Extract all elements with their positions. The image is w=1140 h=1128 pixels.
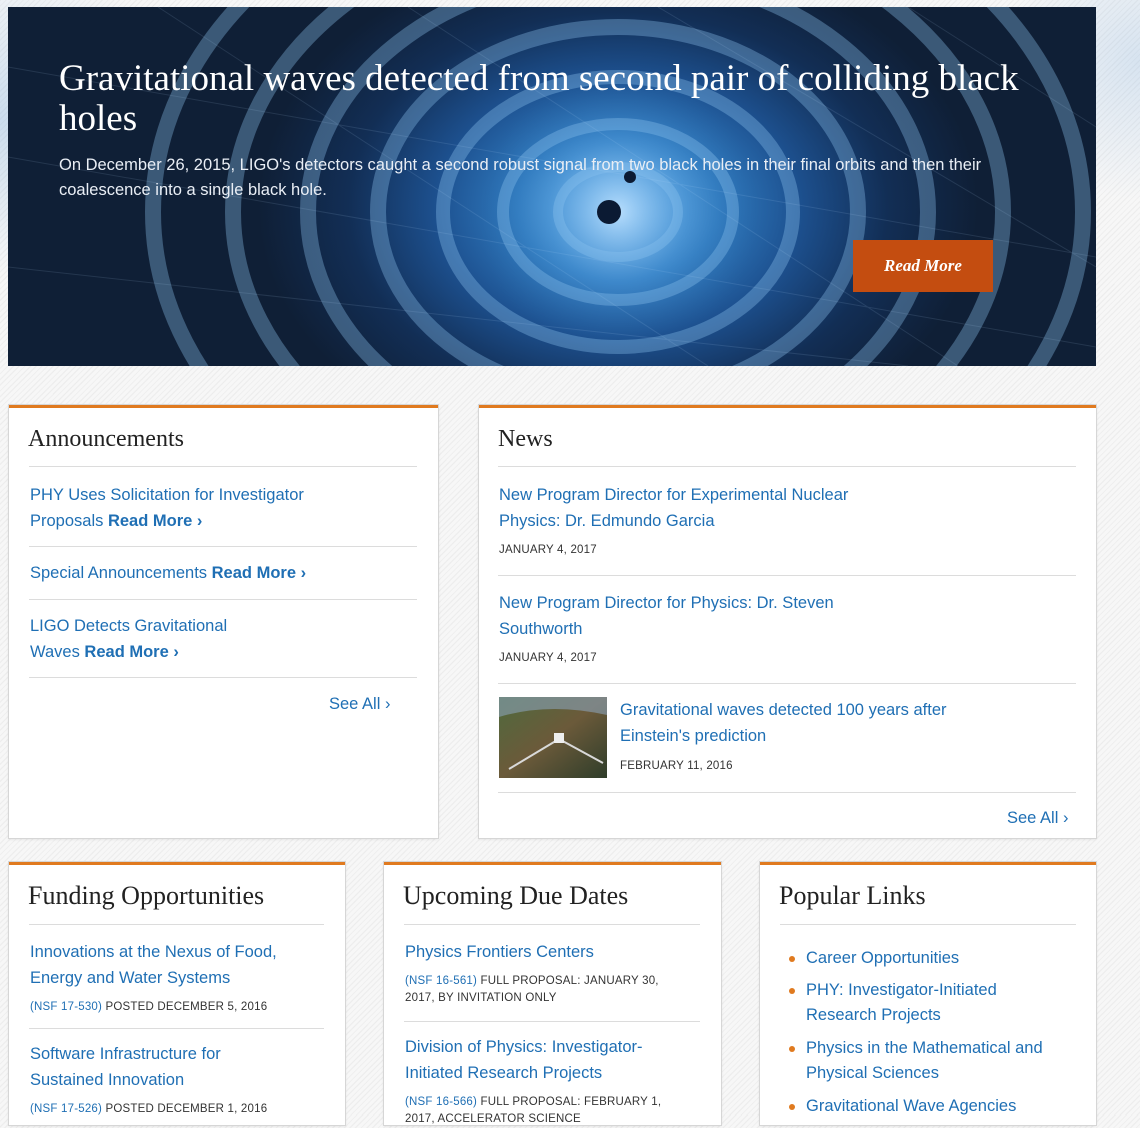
divider <box>498 683 1076 684</box>
divider <box>498 792 1076 793</box>
see-all-link[interactable]: See All › <box>329 695 390 714</box>
due-dates-title: Upcoming Due Dates <box>403 881 629 910</box>
bullet-icon <box>789 1046 795 1052</box>
announcement-item[interactable]: Special Announcements Read More › <box>30 560 390 586</box>
due-date-item[interactable]: Physics Frontiers Centers <box>405 939 705 965</box>
bullet-icon <box>789 1104 795 1110</box>
popular-links-panel: Popular Links Career Opportunities PHY: … <box>760 862 1096 1125</box>
news-panel: News New Program Director for Experiment… <box>479 405 1096 838</box>
read-more-link[interactable]: Read More › <box>212 564 306 582</box>
popular-link-item[interactable]: Gravitational Wave Agencies <box>786 1094 1096 1119</box>
funding-title: Funding Opportunities <box>28 881 265 910</box>
see-all-link[interactable]: See All › <box>1007 809 1068 828</box>
divider <box>404 1021 700 1022</box>
read-more-button[interactable]: Read More <box>853 240 993 292</box>
due-date-info: (NSF 16-561) FULL PROPOSAL: JANUARY 30, … <box>405 975 659 1004</box>
bullet-icon <box>789 988 795 994</box>
divider <box>404 924 700 925</box>
popular-link-item[interactable]: Physics in the Mathematical and Physical… <box>786 1036 1096 1086</box>
news-date: JANUARY 4, 2017 <box>499 544 597 556</box>
divider <box>29 546 417 547</box>
due-date-info: (NSF 16-566) FULL PROPOSAL: FEBRUARY 1, … <box>405 1096 662 1125</box>
bullet-icon <box>789 956 795 962</box>
divider <box>498 466 1076 467</box>
divider <box>498 575 1076 576</box>
news-title: News <box>498 426 553 452</box>
news-item[interactable]: New Program Director for Experimental Nu… <box>499 482 919 534</box>
popular-links-title: Popular Links <box>779 881 926 910</box>
news-date: JANUARY 4, 2017 <box>499 652 597 664</box>
due-date-item[interactable]: Division of Physics: Investigator- Initi… <box>405 1034 705 1086</box>
news-item[interactable]: New Program Director for Physics: Dr. St… <box>499 590 919 642</box>
funding-panel: Funding Opportunities Innovations at the… <box>9 862 345 1125</box>
funding-item[interactable]: Innovations at the Nexus of Food, Energy… <box>30 939 330 991</box>
hero-summary: On December 26, 2015, LIGO's detectors c… <box>59 156 982 199</box>
announcements-panel: Announcements PHY Uses Solicitation for … <box>9 405 438 838</box>
divider <box>29 466 417 467</box>
popular-link-item[interactable]: Career Opportunities <box>786 946 1096 971</box>
divider <box>29 1028 324 1029</box>
news-date: FEBRUARY 11, 2016 <box>620 760 733 772</box>
funding-item[interactable]: Software Infrastructure for Sustained In… <box>30 1041 330 1093</box>
ligo-thumbnail-image[interactable] <box>499 697 607 778</box>
due-dates-panel: Upcoming Due Dates Physics Frontiers Cen… <box>384 862 721 1125</box>
divider <box>29 924 324 925</box>
announcements-title: Announcements <box>28 426 184 452</box>
announcement-item[interactable]: PHY Uses Solicitation for Investigator P… <box>30 482 390 534</box>
news-item[interactable]: Gravitational waves detected 100 years a… <box>620 697 1040 749</box>
funding-date: (NSF 17-530) POSTED DECEMBER 5, 2016 <box>30 1001 268 1013</box>
read-more-link[interactable]: Read More › <box>108 512 202 530</box>
read-more-link[interactable]: Read More › <box>84 643 178 661</box>
funding-date: (NSF 17-526) POSTED DECEMBER 1, 2016 <box>30 1103 268 1115</box>
divider <box>780 924 1076 925</box>
divider <box>29 677 417 678</box>
hero-banner: Gravitational waves detected from second… <box>8 7 1096 366</box>
divider <box>29 599 417 600</box>
popular-link-item[interactable]: PHY: Investigator-Initiated Research Pro… <box>786 978 1096 1028</box>
hero-title[interactable]: Gravitational waves detected from second… <box>59 59 1019 139</box>
announcement-item[interactable]: LIGO Detects Gravitational Waves Read Mo… <box>30 613 390 665</box>
